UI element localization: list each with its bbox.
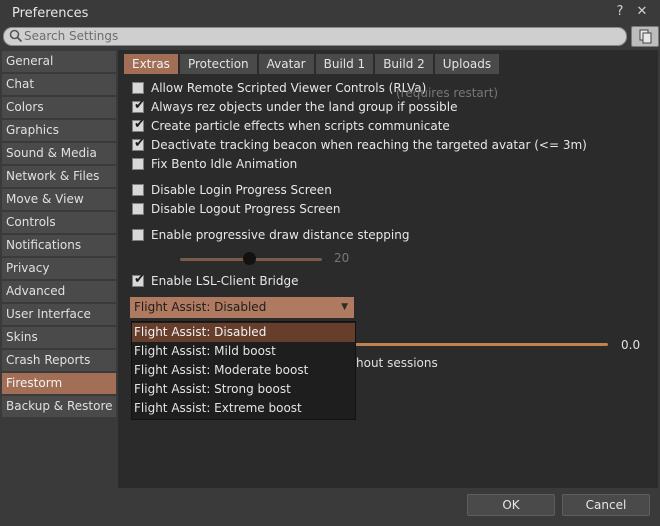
tab-protection[interactable]: Protection — [179, 54, 257, 74]
window-title: Preferences — [12, 6, 89, 21]
sidebar-item-crash-reports[interactable]: Crash Reports — [2, 350, 116, 371]
sidebar-item-advanced[interactable]: Advanced — [2, 281, 116, 302]
bento-idle-label: Fix Bento Idle Animation — [151, 157, 298, 171]
draw-distance-stepping-checkbox[interactable] — [132, 229, 144, 241]
flight-assist-option-mild[interactable]: Flight Assist: Mild boost — [132, 342, 355, 361]
sidebar-item-controls[interactable]: Controls — [2, 212, 116, 233]
tab-extras[interactable]: Extras — [124, 54, 178, 74]
sidebar-item-privacy[interactable]: Privacy — [2, 258, 116, 279]
draw-distance-stepping-label: Enable progressive draw distance steppin… — [151, 228, 410, 242]
check-icon: ✔ — [134, 272, 145, 287]
login-progress-checkbox[interactable] — [132, 184, 144, 196]
tracking-beacon-label: Deactivate tracking beacon when reaching… — [151, 138, 587, 152]
flight-assist-selected: Flight Assist: Disabled — [134, 300, 267, 314]
cancel-button[interactable]: Cancel — [562, 494, 650, 516]
search-input[interactable] — [24, 28, 614, 44]
title-bar — [0, 0, 660, 28]
ok-button[interactable]: OK — [467, 494, 555, 516]
lsl-bridge-checkbox[interactable]: ✔ — [132, 272, 145, 287]
rez-land-group-label: Always rez objects under the land group … — [151, 100, 458, 114]
hidden-slider-value: 0.0 — [621, 338, 641, 352]
preferences-sidebar: General Chat Colors Graphics Sound & Med… — [2, 51, 116, 419]
tab-uploads[interactable]: Uploads — [434, 54, 500, 74]
rez-land-group-checkbox[interactable]: ✔ — [132, 98, 145, 113]
sidebar-item-backup-restore[interactable]: Backup & Restore — [2, 396, 116, 417]
requires-restart-hint: (requires restart) — [396, 86, 499, 100]
sidebar-item-colors[interactable]: Colors — [2, 97, 116, 118]
tab-build-2[interactable]: Build 2 — [375, 54, 433, 74]
flight-assist-option-moderate[interactable]: Flight Assist: Moderate boost — [132, 361, 355, 380]
particle-effects-checkbox[interactable]: ✔ — [132, 117, 145, 132]
tab-build-1[interactable]: Build 1 — [315, 54, 374, 74]
flight-assist-option-extreme[interactable]: Flight Assist: Extreme boost — [132, 399, 355, 418]
sidebar-item-move-view[interactable]: Move & View — [2, 189, 116, 210]
rlva-label: Allow Remote Scripted Viewer Controls (R… — [151, 81, 427, 95]
rlva-checkbox[interactable] — [132, 82, 144, 94]
hidden-slider-track[interactable] — [355, 343, 608, 346]
bento-idle-checkbox[interactable] — [132, 158, 144, 170]
tab-avatar[interactable]: Avatar — [258, 54, 314, 74]
copy-icon — [639, 29, 652, 44]
logout-progress-checkbox[interactable] — [132, 203, 144, 215]
sidebar-item-graphics[interactable]: Graphics — [2, 120, 116, 141]
sidebar-item-notifications[interactable]: Notifications — [2, 235, 116, 256]
close-icon[interactable]: ✕ — [634, 4, 650, 20]
chevron-down-icon: ▼ — [341, 302, 348, 312]
flight-assist-option-disabled[interactable]: Flight Assist: Disabled — [132, 323, 355, 342]
flight-assist-dropdown[interactable]: Flight Assist: Disabled ▼ — [130, 297, 354, 318]
copy-button[interactable] — [631, 26, 659, 47]
tab-bar: Extras Protection Avatar Build 1 Build 2… — [124, 54, 501, 74]
flight-assist-dropdown-list: Flight Assist: Disabled Flight Assist: M… — [131, 321, 356, 420]
login-progress-label: Disable Login Progress Screen — [151, 183, 332, 197]
sidebar-item-skins[interactable]: Skins — [2, 327, 116, 348]
sidebar-item-chat[interactable]: Chat — [2, 74, 116, 95]
lsl-bridge-label: Enable LSL-Client Bridge — [151, 274, 299, 288]
sidebar-item-sound-media[interactable]: Sound & Media — [2, 143, 116, 164]
logout-progress-label: Disable Logout Progress Screen — [151, 202, 341, 216]
check-icon: ✔ — [134, 136, 145, 151]
check-icon: ✔ — [134, 98, 145, 113]
check-icon: ✔ — [134, 117, 145, 132]
sidebar-item-general[interactable]: General — [2, 51, 116, 72]
sidebar-item-network-files[interactable]: Network & Files — [2, 166, 116, 187]
flight-assist-option-strong[interactable]: Flight Assist: Strong boost — [132, 380, 355, 399]
particle-effects-label: Create particle effects when scripts com… — [151, 119, 450, 133]
help-icon[interactable]: ? — [612, 4, 628, 20]
search-bar — [3, 27, 627, 46]
partial-sessions-label: hout sessions — [356, 356, 438, 370]
draw-distance-slider-handle[interactable] — [243, 252, 256, 265]
tracking-beacon-checkbox[interactable]: ✔ — [132, 136, 145, 151]
sidebar-item-user-interface[interactable]: User Interface — [2, 304, 116, 325]
draw-distance-slider-value: 20 — [334, 251, 350, 265]
search-icon — [9, 29, 23, 43]
sidebar-item-firestorm[interactable]: Firestorm — [2, 373, 116, 394]
